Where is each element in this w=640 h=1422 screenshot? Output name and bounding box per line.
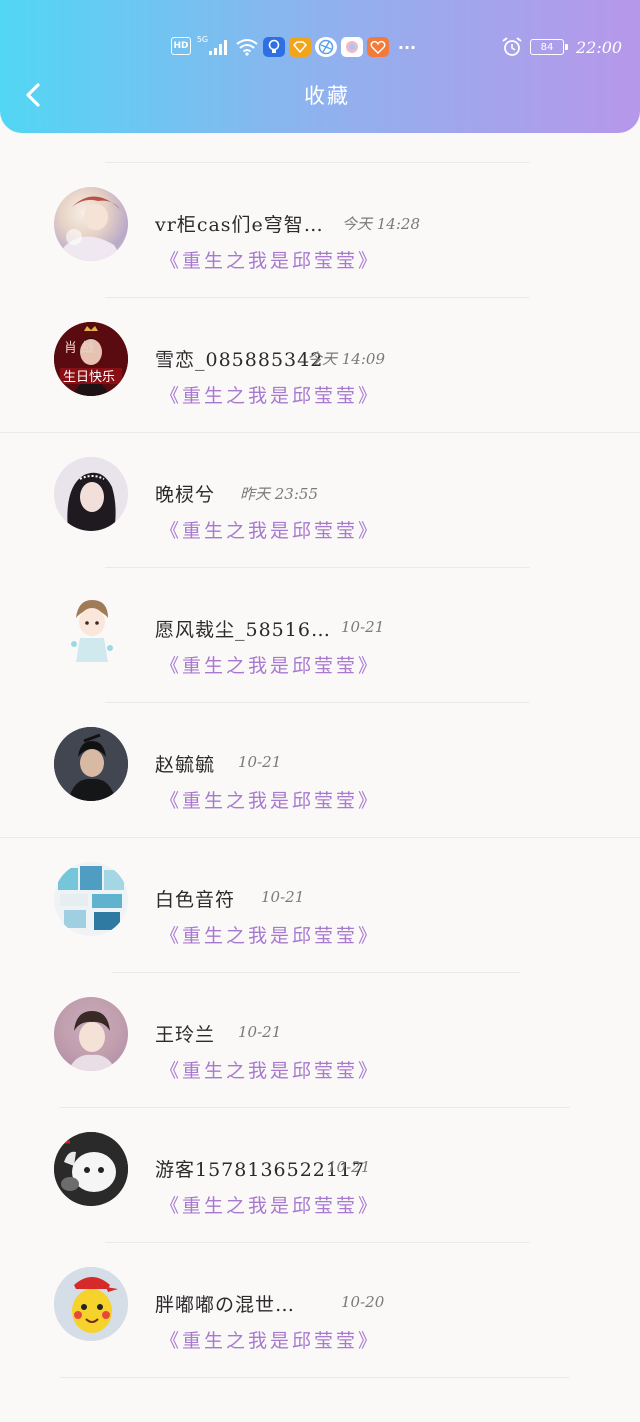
avatar-text-top: 肖 战 xyxy=(64,341,94,356)
list-item[interactable]: 愿风裁尘_58516… 10-21 《重生之我是邱莹莹》 xyxy=(0,545,640,703)
circle-app-icon xyxy=(341,37,363,57)
book-title-link[interactable]: 《重生之我是邱莹莹》 xyxy=(160,246,380,273)
avatar xyxy=(54,862,128,936)
app-header: HD 5G ··· 84 22:00 收藏 xyxy=(0,0,640,133)
user-name: 愿风裁尘_58516… xyxy=(155,619,331,641)
alarm-icon xyxy=(501,37,523,57)
list-item[interactable]: 王玲兰 10-21 《重生之我是邱莹莹》 xyxy=(0,950,640,1108)
book-title-link[interactable]: 《重生之我是邱莹莹》 xyxy=(160,1056,380,1083)
avatar xyxy=(54,592,128,666)
browser-app-icon xyxy=(315,37,337,57)
avatar xyxy=(54,997,128,1071)
list-item[interactable]: 晚棂兮 昨天 23:55 《重生之我是邱莹莹》 xyxy=(0,410,640,568)
book-title-link[interactable]: 《重生之我是邱莹莹》 xyxy=(160,921,380,948)
timestamp: 今天 14:28 xyxy=(342,215,420,233)
avatar xyxy=(54,727,128,801)
book-title-link[interactable]: 《重生之我是邱莹莹》 xyxy=(160,786,380,813)
list-item[interactable]: 胖嘟嘟の混世… 10-20 《重生之我是邱莹莹》 xyxy=(0,1220,640,1378)
list-item[interactable]: 赵毓毓 10-21 《重生之我是邱莹莹》 xyxy=(0,680,640,838)
wifi-icon xyxy=(235,37,259,57)
book-title-link[interactable]: 《重生之我是邱莹莹》 xyxy=(160,651,380,678)
more-icon: ··· xyxy=(397,37,417,57)
status-bar: HD 5G ··· 84 22:00 xyxy=(0,30,640,66)
user-name: 晚棂兮 xyxy=(155,484,216,506)
divider xyxy=(60,1377,570,1378)
user-name: 胖嘟嘟の混世… xyxy=(155,1294,296,1316)
avatar xyxy=(54,187,128,261)
clock: 22:00 xyxy=(576,38,623,57)
book-title-link[interactable]: 《重生之我是邱莹莹》 xyxy=(160,1191,380,1218)
user-name: 赵毓毓 xyxy=(155,754,216,776)
timestamp: 10-21 xyxy=(238,753,282,771)
bulb-app-icon xyxy=(263,37,285,57)
user-name: 白色音符 xyxy=(155,889,236,911)
list-item[interactable]: 肖 战 生日快乐 雪恋_085885342 今天 14:09 《重生之我是邱莹莹… xyxy=(0,275,640,433)
signal-icon: 5G xyxy=(196,35,230,57)
user-name: 王玲兰 xyxy=(155,1024,216,1046)
timestamp: 10-21 xyxy=(261,888,305,906)
list-item[interactable]: vr柜cas们e穹智… 今天 14:28 《重生之我是邱莹莹》 xyxy=(0,140,640,298)
network-label: 5G xyxy=(196,35,209,44)
timestamp: 昨天 23:55 xyxy=(240,485,318,503)
book-title-link[interactable]: 《重生之我是邱莹莹》 xyxy=(160,516,380,543)
heart-app-icon xyxy=(367,37,389,57)
book-title-link[interactable]: 《重生之我是邱莹莹》 xyxy=(160,1326,380,1353)
timestamp: 10-21 xyxy=(238,1023,282,1041)
book-title-link[interactable]: 《重生之我是邱莹莹》 xyxy=(160,381,380,408)
battery-icon: 84 xyxy=(530,39,568,55)
timestamp: 10-21 xyxy=(341,618,385,636)
diamond-app-icon xyxy=(289,37,311,57)
list-item[interactable]: 游客1578136522117 10-21 《重生之我是邱莹莹》 xyxy=(0,1085,640,1243)
avatar xyxy=(54,1267,128,1341)
hd-icon: HD xyxy=(171,37,191,55)
timestamp: 今天 14:09 xyxy=(307,350,385,368)
avatar xyxy=(54,457,128,531)
timestamp: 10-21 xyxy=(327,1158,371,1176)
user-name: 雪恋_085885342 xyxy=(155,349,324,371)
list-item[interactable]: 白色音符 10-21 《重生之我是邱莹莹》 xyxy=(0,815,640,973)
timestamp: 10-20 xyxy=(341,1293,385,1311)
avatar xyxy=(54,1132,128,1206)
page-title: 收藏 xyxy=(304,84,350,108)
user-name: vr柜cas们e穹智… xyxy=(155,214,324,236)
avatar-text-bottom: 生日快乐 xyxy=(63,370,115,385)
avatar: 肖 战 生日快乐 xyxy=(54,322,128,396)
